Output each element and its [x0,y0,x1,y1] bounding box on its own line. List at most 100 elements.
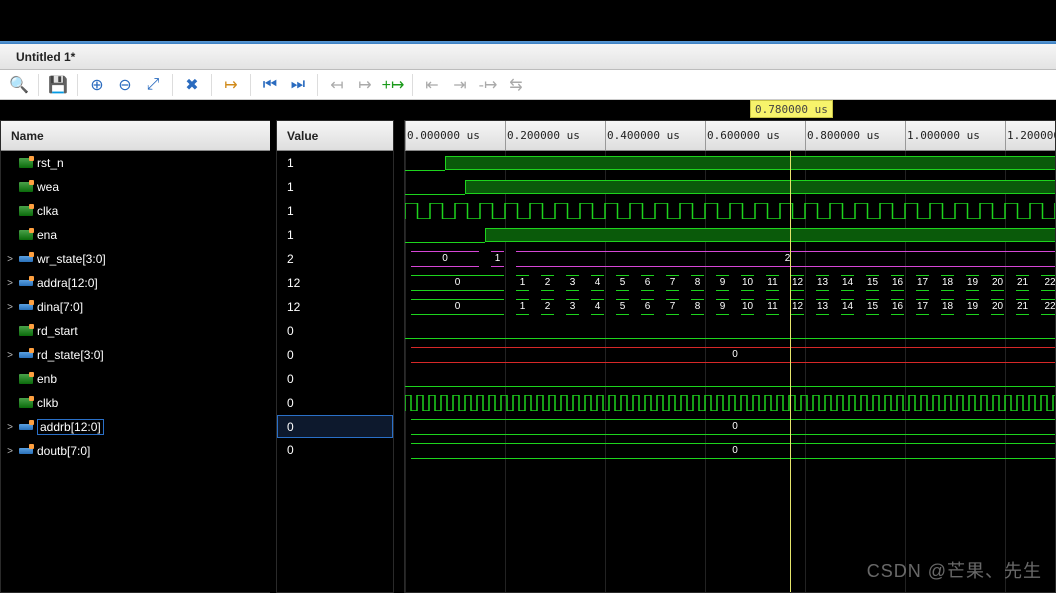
save-icon[interactable]: 💾 [45,72,71,98]
signal-label: clkb [37,396,58,410]
signal-label: wea [37,180,59,194]
signal-value: 12 [277,295,393,319]
wave-row-clkb[interactable] [405,391,1055,415]
expand-icon[interactable]: > [5,254,15,265]
signal-row-rd_start[interactable]: rd_start [1,319,270,343]
toggle-icon[interactable]: ✖ [179,72,205,98]
swap-cursors-icon[interactable]: ⇆ [503,72,529,98]
wave-row-doutb[interactable]: 0 [405,439,1055,463]
bus-signal-icon [19,421,33,433]
time-ruler[interactable]: 0.000000 us0.200000 us0.400000 us0.60000… [405,121,1055,151]
time-tick-label: 1.000000 us [907,129,980,142]
tab-bar: Untitled 1* [0,44,1056,70]
bus-signal-icon [19,277,33,289]
signal-value: 12 [277,271,393,295]
expand-icon[interactable]: > [5,350,15,361]
signal-label: addrb[12:0] [37,419,104,435]
signal-row-rd_state30[interactable]: > rd_state[3:0] [1,343,270,367]
document-tab[interactable]: Untitled 1* [4,45,87,69]
signal-row-clkb[interactable]: clkb [1,391,270,415]
expand-icon[interactable]: > [5,278,15,289]
signal-label: doutb[7:0] [37,444,90,458]
signal-row-addra120[interactable]: > addra[12:0] [1,271,270,295]
goto-cursor-icon[interactable]: ↦ [218,72,244,98]
time-tick-label: 0.400000 us [607,129,680,142]
signal-value: 1 [277,151,393,175]
wave-row-dina[interactable]: 012345678910111213141516171819202122 [405,295,1055,319]
signal-row-wr_state30[interactable]: > wr_state[3:0] [1,247,270,271]
signal-row-ena[interactable]: ena [1,223,270,247]
wire-signal-icon [19,373,33,385]
signal-value: 0 [277,438,393,462]
signal-row-wea[interactable]: wea [1,175,270,199]
signal-value: 1 [277,199,393,223]
search-icon[interactable]: 🔍 [6,72,32,98]
signal-row-dina70[interactable]: > dina[7:0] [1,295,270,319]
toolbar: 🔍 💾 ⊕ ⊖ ⤢ ✖ ↦ ⏮ ⏭ ↤ ↦ +↦ ⇤ ⇥ -↦ ⇆ [0,70,1056,100]
time-tick-label: 0.600000 us [707,129,780,142]
prev-transition-icon[interactable]: ↤ [324,72,350,98]
go-first-icon[interactable]: ⏮ [257,72,283,98]
signal-label: rd_start [37,324,78,338]
signal-label: rd_state[3:0] [37,348,104,362]
signal-label: rst_n [37,156,64,170]
signal-label: ena [37,228,57,242]
signal-value: 1 [277,223,393,247]
cursor-time-readout: 0.780000 us [750,100,833,118]
expand-icon[interactable]: > [5,422,15,433]
signal-label: dina[7:0] [37,300,83,314]
waveform-area[interactable]: 0120123456789101112131415161718192021220… [405,151,1055,592]
signal-label: wr_state[3:0] [37,252,106,266]
wave-row-addra[interactable]: 012345678910111213141516171819202122 [405,271,1055,295]
wave-row-rd_start[interactable] [405,319,1055,343]
signal-label: addra[12:0] [37,276,98,290]
next-transition-icon[interactable]: ↦ [352,72,378,98]
add-marker-icon[interactable]: +↦ [380,72,406,98]
signal-label: clka [37,204,58,218]
cursor-line[interactable] [790,151,791,592]
time-tick-label: 0.800000 us [807,129,880,142]
wire-signal-icon [19,181,33,193]
signal-value: 2 [277,247,393,271]
value-col-header: Value [277,121,393,151]
signal-value: 1 [277,175,393,199]
bus-signal-icon [19,253,33,265]
wire-signal-icon [19,229,33,241]
name-col-header: Name [1,121,270,151]
signal-value: 0 [277,319,393,343]
value-panel: Value 111121212000000 [276,120,394,593]
zoom-fit-icon[interactable]: ⤢ [140,72,166,98]
zoom-in-icon[interactable]: ⊕ [84,72,110,98]
workspace: Name rst_nwea clka ena > wr_state[3:0] > addra… [0,120,1056,593]
next-marker-icon[interactable]: ⇥ [447,72,473,98]
remove-marker-icon[interactable]: -↦ [475,72,501,98]
wire-signal-icon [19,397,33,409]
prev-marker-icon[interactable]: ⇤ [419,72,445,98]
expand-icon[interactable]: > [5,446,15,457]
expand-icon[interactable]: > [5,302,15,313]
signal-value: 0 [277,415,393,438]
wave-row-enb[interactable] [405,367,1055,391]
zoom-out-icon[interactable]: ⊖ [112,72,138,98]
signal-row-rst_n[interactable]: rst_n [1,151,270,175]
signal-row-clka[interactable]: clka [1,199,270,223]
signal-row-addrb120[interactable]: > addrb[12:0] [1,415,270,439]
wave-row-addrb[interactable]: 0 [405,415,1055,439]
wave-row-clka[interactable] [405,199,1055,223]
time-tick-label: 0.200000 us [507,129,580,142]
wave-row-rst_n[interactable] [405,151,1055,175]
waveform-panel[interactable]: 0.000000 us0.200000 us0.400000 us0.60000… [404,120,1056,593]
wave-row-wr_state[interactable]: 012 [405,247,1055,271]
signal-row-doutb70[interactable]: > doutb[7:0] [1,439,270,463]
signal-value: 0 [277,343,393,367]
signal-value: 0 [277,367,393,391]
go-last-icon[interactable]: ⏭ [285,72,311,98]
bus-signal-icon [19,349,33,361]
bus-signal-icon [19,301,33,313]
wave-row-ena[interactable] [405,223,1055,247]
wave-row-rd_state[interactable]: 0 [405,343,1055,367]
cursor-readout-bar: 0.780000 us [0,100,1056,120]
wave-row-wea[interactable] [405,175,1055,199]
signal-row-enb[interactable]: enb [1,367,270,391]
bus-signal-icon [19,445,33,457]
